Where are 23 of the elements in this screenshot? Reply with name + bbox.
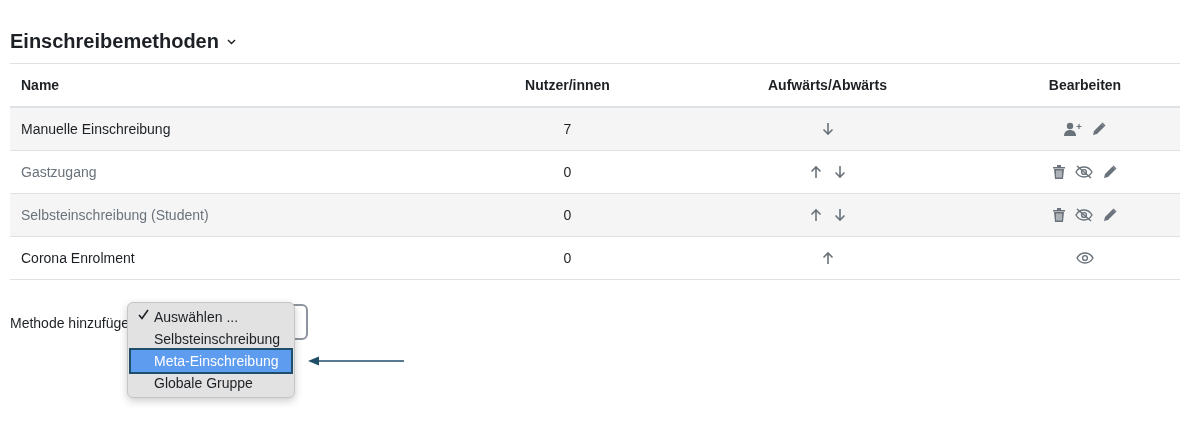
dropdown-option[interactable]: Globale Gruppe [131,372,291,394]
column-header: Bearbeiten [1048,77,1122,93]
column-header: Nutzer/innen [525,77,610,93]
column-header: Name [21,77,60,93]
user-count: 0 [563,164,572,180]
pencil-icon[interactable] [1092,122,1106,136]
field-label: Methode hinzufüge [10,315,130,331]
down-arrow-icon[interactable] [820,122,835,136]
add-user-icon[interactable] [1064,122,1082,136]
up-arrow-icon[interactable] [820,251,835,265]
method-name: Selbsteinschreibung (Student) [21,207,209,223]
chevron-down-icon[interactable] [226,38,236,45]
column-header: Aufwärts/Abwärts [768,77,887,93]
dropdown-option[interactable]: Selbsteinschreibung [131,328,291,350]
user-count: 7 [563,121,572,137]
method-name: Corona Enrolment [21,250,135,266]
eye-icon[interactable] [1076,251,1094,265]
user-count: 0 [563,207,572,223]
method-name: Manuelle Einschreibung [21,121,171,137]
page-title: Einschreibemethoden [10,30,219,53]
user-count: 0 [563,250,572,266]
dropdown-option[interactable]: Auswählen ... [131,306,291,328]
method-name: Gastzugang [21,164,97,180]
